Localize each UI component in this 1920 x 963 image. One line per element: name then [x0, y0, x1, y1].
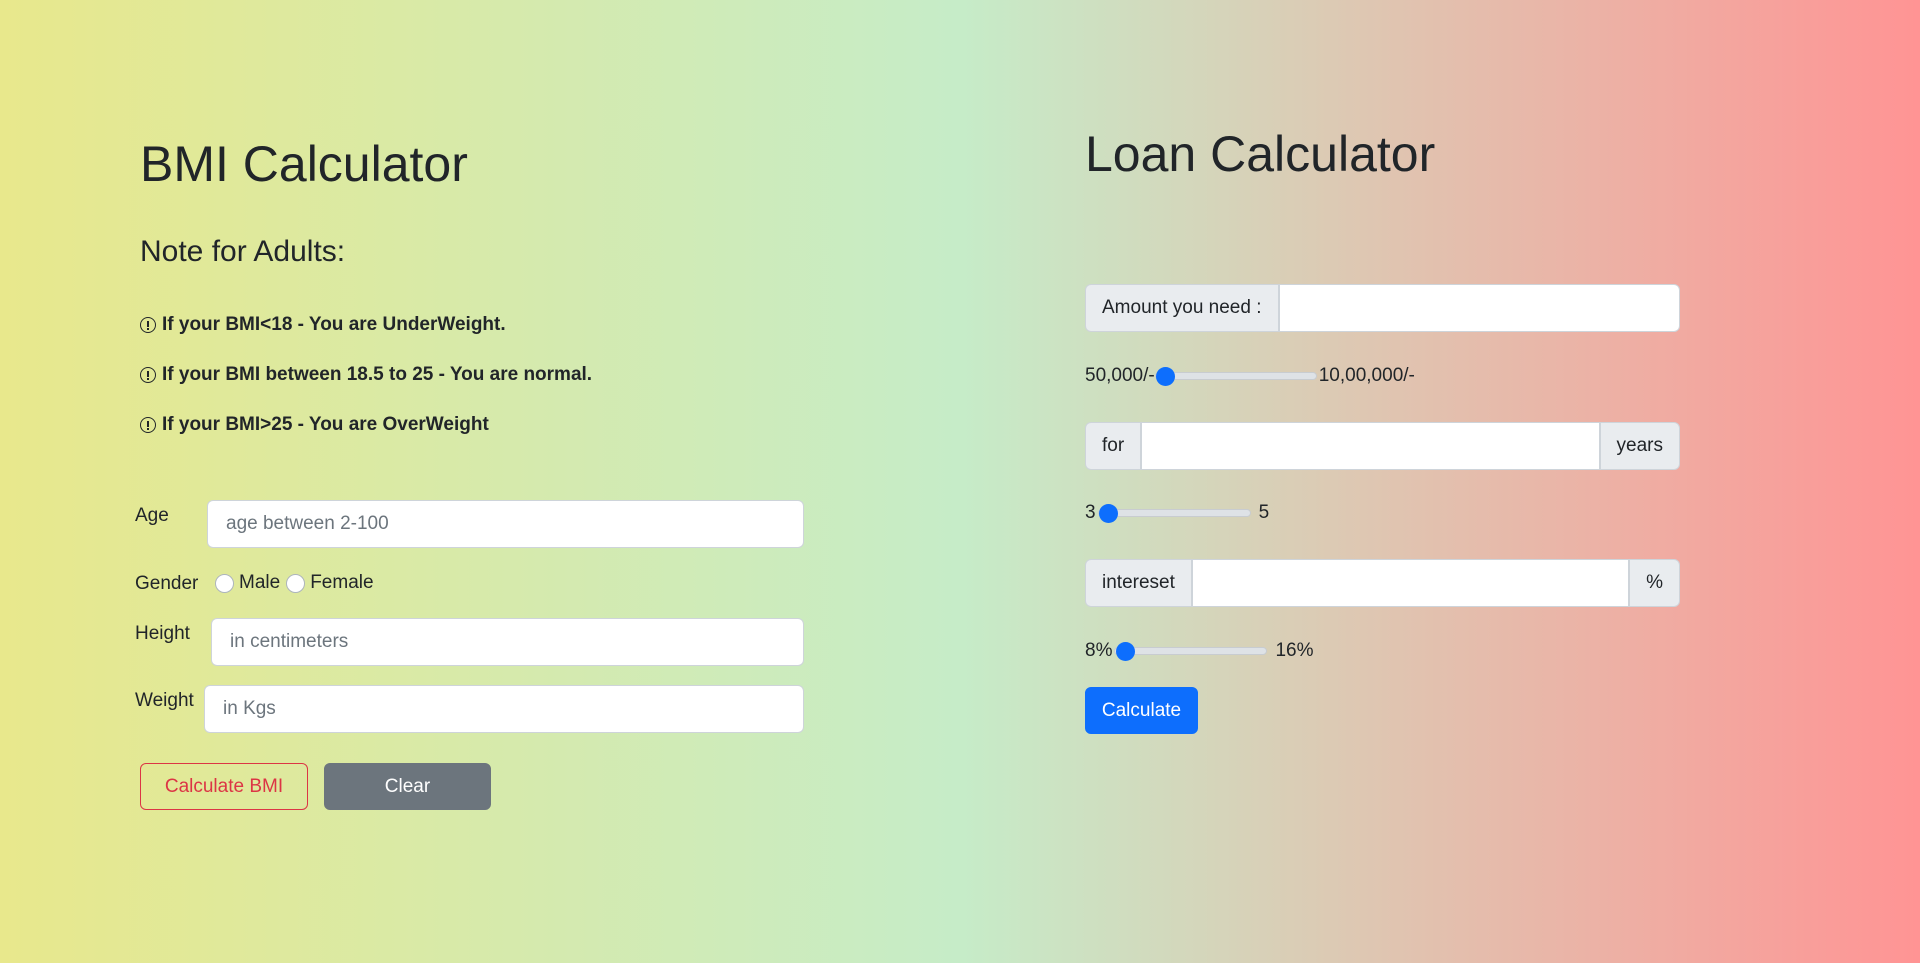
note-overweight-text: If your BMI>25 - You are OverWeight [162, 414, 489, 435]
note-underweight-text: If your BMI<18 - You are UnderWeight. [162, 314, 506, 335]
calculate-bmi-button[interactable]: Calculate BMI [140, 763, 308, 810]
period-input[interactable] [1141, 422, 1600, 470]
period-suffix: years [1599, 422, 1680, 470]
gender-radio-group: Male Female [215, 572, 374, 594]
bmi-calculator-panel: BMI Calculator Note for Adults: If your … [134, 0, 814, 963]
loan-calculator-panel: Loan Calculator Amount you need : 50,000… [1085, 0, 1685, 963]
period-slider-thumb[interactable] [1099, 503, 1119, 523]
amount-max-label: 10,00,000/- [1318, 365, 1415, 386]
period-slider[interactable] [1097, 503, 1251, 523]
note-heading: Note for Adults: [140, 235, 346, 268]
age-input[interactable] [207, 500, 804, 548]
period-max-label: 5 [1258, 502, 1270, 523]
interest-slider-row: 8% 16% [1085, 640, 1314, 662]
weight-label: Weight [135, 690, 194, 711]
interest-input-group: intereset % [1085, 559, 1680, 607]
height-input[interactable] [211, 618, 804, 666]
alert-circle-icon [140, 417, 156, 433]
amount-min-label: 50,000/- [1085, 365, 1155, 386]
female-radio[interactable] [286, 573, 306, 593]
period-input-group: for years [1085, 422, 1680, 470]
period-prefix: for [1085, 422, 1142, 470]
amount-slider-row: 50,000/- 10,00,000/- [1085, 365, 1415, 387]
alert-circle-icon [140, 317, 156, 333]
male-label[interactable]: Male [239, 572, 280, 594]
calculate-loan-button[interactable]: Calculate [1085, 687, 1198, 734]
age-label: Age [135, 505, 169, 526]
female-label[interactable]: Female [310, 572, 373, 594]
bmi-title: BMI Calculator [140, 136, 468, 192]
alert-circle-icon [140, 367, 156, 383]
loan-title: Loan Calculator [1085, 126, 1436, 182]
interest-slider[interactable] [1114, 641, 1268, 661]
amount-input-group: Amount you need : [1085, 284, 1680, 332]
interest-min-label: 8% [1085, 640, 1113, 661]
note-normal: If your BMI between 18.5 to 25 - You are… [140, 364, 592, 386]
amount-slider[interactable] [1154, 366, 1317, 386]
interest-max-label: 16% [1275, 640, 1314, 661]
period-slider-row: 3 5 [1085, 502, 1269, 524]
amount-input[interactable] [1278, 284, 1680, 332]
male-radio[interactable] [215, 573, 234, 593]
note-overweight: If your BMI>25 - You are OverWeight [140, 414, 489, 436]
amount-label: Amount you need : [1085, 284, 1279, 332]
period-min-label: 3 [1085, 502, 1096, 523]
interest-input[interactable] [1191, 559, 1630, 607]
amount-slider-thumb[interactable] [1156, 366, 1176, 386]
clear-button[interactable]: Clear [324, 763, 491, 810]
note-normal-text: If your BMI between 18.5 to 25 - You are… [162, 364, 593, 385]
note-underweight: If your BMI<18 - You are UnderWeight. [140, 314, 506, 336]
height-label: Height [135, 623, 190, 644]
weight-input[interactable] [204, 685, 804, 733]
interest-slider-thumb[interactable] [1115, 641, 1135, 661]
interest-label: intereset [1085, 559, 1192, 607]
interest-suffix: % [1629, 559, 1680, 607]
gender-label: Gender [135, 573, 199, 594]
